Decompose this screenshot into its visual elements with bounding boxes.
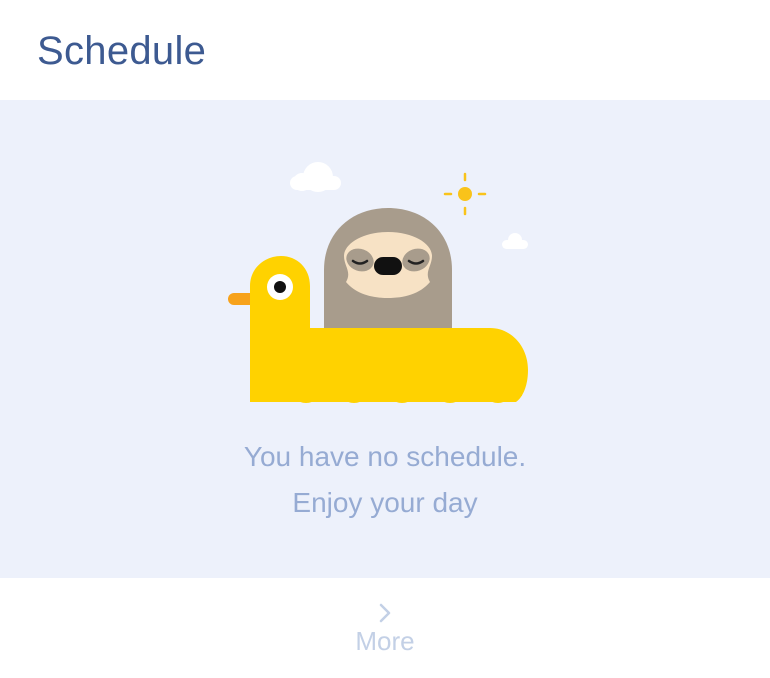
empty-schedule-panel: You have no schedule. Enjoy your day <box>0 100 770 578</box>
empty-message-subtitle: Enjoy your day <box>292 487 478 518</box>
more-label: More <box>355 626 415 656</box>
empty-message-title: You have no schedule. <box>243 441 527 472</box>
schedule-card: Schedule You have no schedule. Enjoy you… <box>0 0 770 678</box>
chevron-right-icon <box>379 603 391 623</box>
card-footer: More <box>0 578 770 678</box>
small-cloud-icon <box>502 233 528 249</box>
card-header: Schedule <box>0 0 770 100</box>
sloth-duck-illustration <box>228 162 528 403</box>
cloud-icon <box>290 162 341 192</box>
page-title: Schedule <box>37 29 207 73</box>
more-button[interactable]: More <box>335 596 435 658</box>
sloth-figure <box>324 208 452 332</box>
sun-icon <box>443 172 487 216</box>
